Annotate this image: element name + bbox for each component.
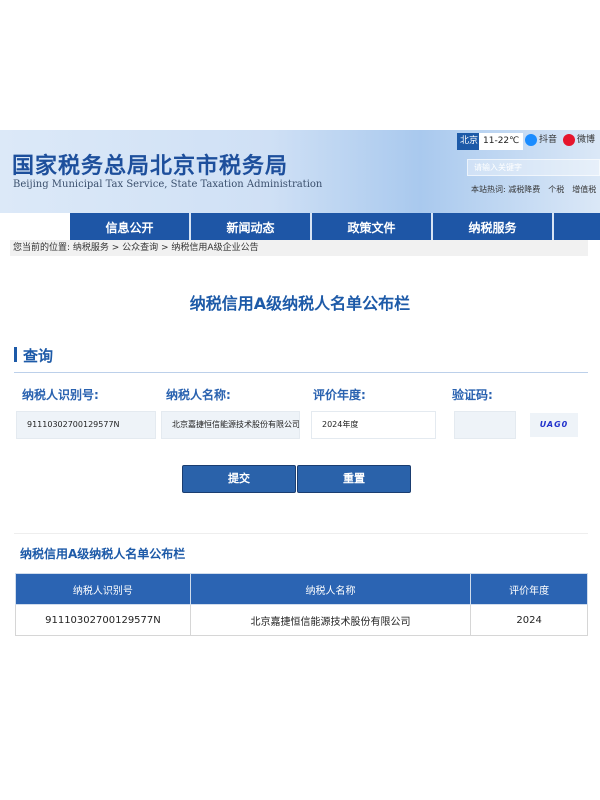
page-title: 纳税信用A级纳税人名单公布栏 — [189, 294, 411, 313]
table-header-row: 纳税人识别号 纳税人名称 评价年度 — [15, 573, 588, 605]
submit-button[interactable]: 提交 — [182, 465, 296, 493]
nav-tax-service[interactable]: 纳税服务 — [433, 213, 554, 240]
weibo-link[interactable]: 微博 — [563, 133, 595, 147]
nav-news[interactable]: 新闻动态 — [191, 213, 312, 240]
col-taxpayer-id: 纳税人识别号 — [15, 573, 191, 605]
site-logo-title[interactable]: 国家税务总局北京市税务局 — [12, 148, 288, 180]
douyin-icon — [525, 133, 537, 146]
captcha-input[interactable] — [454, 411, 516, 439]
cell-taxpayer-name: 北京嘉捷恒信能源技术股份有限公司 — [189, 604, 472, 636]
site-logo-subtitle: Beijing Municipal Tax Service, State Tax… — [13, 179, 323, 190]
nav-info-disclosure[interactable]: 信息公开 — [70, 213, 191, 240]
table-row: 91110302700129577N 北京嘉捷恒信能源技术股份有限公司 2024 — [15, 604, 588, 636]
year-select[interactable]: 2024年度 — [311, 411, 436, 439]
year-label: 评价年度: — [313, 388, 366, 402]
cell-year: 2024 — [470, 604, 588, 636]
weather-city: 北京 — [457, 133, 482, 150]
hot-words[interactable]: 本站热词: 减税降费 个税 增值税 — [471, 184, 596, 195]
breadcrumb[interactable]: 您当前的位置: 纳税服务 > 公众查询 > 纳税信用A级企业公告 — [10, 240, 588, 256]
taxpayer-id-input[interactable]: 91110302700129577N — [16, 411, 156, 439]
cell-taxpayer-id: 91110302700129577N — [15, 604, 191, 636]
weibo-label: 微博 — [577, 135, 596, 145]
captcha-label: 验证码: — [452, 388, 493, 402]
query-title: 查询 — [23, 347, 54, 365]
results-table: 纳税人识别号 纳税人名称 评价年度 91110302700129577N 北京嘉… — [15, 573, 588, 636]
results-title: 纳税信用A级纳税人名单公布栏 — [20, 547, 186, 561]
douyin-link[interactable]: 抖音 — [525, 133, 557, 147]
weibo-icon — [563, 133, 575, 146]
reset-button[interactable]: 重置 — [297, 465, 411, 493]
col-taxpayer-name: 纳税人名称 — [189, 573, 472, 605]
captcha-image[interactable]: UAG0 — [530, 413, 578, 437]
col-year: 评价年度 — [470, 573, 588, 605]
nav-policy[interactable]: 政策文件 — [312, 213, 433, 240]
taxpayer-name-input[interactable]: 北京嘉捷恒信能源技术股份有限公司 — [161, 411, 300, 439]
douyin-label: 抖音 — [539, 135, 558, 145]
weather-temperature: 11-22℃ — [479, 133, 524, 150]
taxpayer-name-label: 纳税人名称: — [166, 388, 231, 402]
site-search-input[interactable]: 请输入关键字 — [467, 159, 600, 176]
main-nav: 信息公开 新闻动态 政策文件 纳税服务 — [70, 213, 600, 240]
section-marker — [14, 347, 17, 362]
divider — [14, 372, 588, 373]
taxpayer-id-label: 纳税人识别号: — [22, 388, 99, 402]
